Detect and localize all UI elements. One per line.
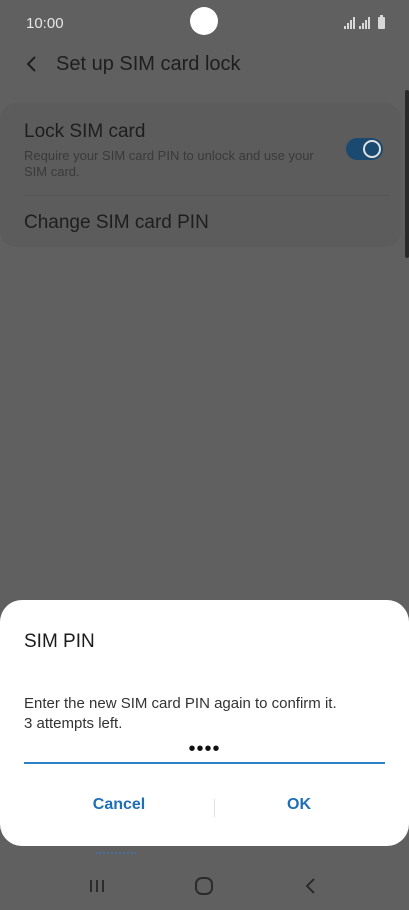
setting-lock-sim-description: Require your SIM card PIN to unlock and … (24, 148, 314, 179)
sim-pin-dialog: SIM PIN Enter the new SIM card PIN again… (0, 600, 409, 846)
recent-apps-button[interactable] (83, 872, 111, 900)
toggle-knob (363, 140, 381, 158)
pin-input[interactable] (24, 736, 385, 764)
lock-sim-toggle[interactable] (346, 138, 383, 160)
cancel-button[interactable]: Cancel (60, 796, 178, 814)
signal-icon (359, 17, 370, 29)
camera-cutout (190, 7, 218, 35)
status-bar: 10:00 (0, 0, 409, 46)
nav-back-button[interactable] (297, 872, 325, 900)
back-button[interactable] (20, 52, 44, 76)
dialog-message-line: Enter the new SIM card PIN again to conf… (24, 695, 337, 712)
status-time: 10:00 (26, 15, 64, 32)
battery-icon (378, 15, 385, 29)
dialog-message: Enter the new SIM card PIN again to conf… (24, 694, 389, 734)
setting-lock-sim[interactable]: Lock SIM card Require your SIM card PIN … (24, 121, 314, 180)
screen: 10:00 Set up SIM card lock Lock SIM card… (0, 0, 409, 910)
setting-change-pin[interactable]: Change SIM card PIN (24, 212, 209, 234)
divider (24, 195, 390, 196)
dialog-title: SIM PIN (24, 631, 95, 652)
attempts-left-text: 3 attempts left. (24, 715, 123, 732)
home-icon (195, 877, 213, 895)
settings-card: Lock SIM card Require your SIM card PIN … (0, 103, 401, 247)
back-icon (305, 878, 315, 894)
recent-apps-icon (90, 880, 104, 892)
setting-lock-sim-title: Lock SIM card (24, 121, 146, 142)
app-bar: Set up SIM card lock (0, 46, 409, 86)
scroll-indicator (405, 90, 409, 258)
signal-icon (344, 17, 355, 29)
page-title: Set up SIM card lock (56, 53, 241, 75)
status-icons (344, 15, 385, 29)
home-button[interactable] (190, 872, 218, 900)
button-divider (214, 799, 215, 817)
ok-button[interactable]: OK (240, 796, 358, 814)
nav-bar (0, 860, 409, 910)
underlying-content-hint (96, 850, 136, 854)
chevron-left-icon (26, 56, 36, 72)
